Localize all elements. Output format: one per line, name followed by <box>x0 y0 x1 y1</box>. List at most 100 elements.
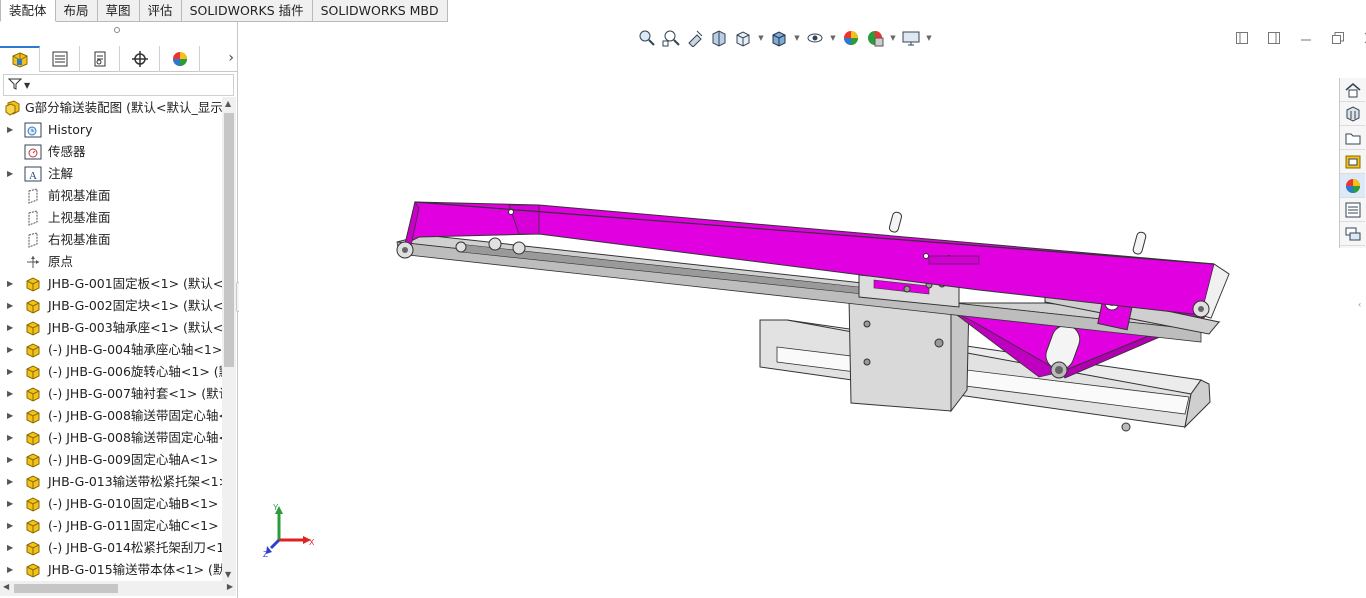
tree-vertical-scrollbar[interactable]: ▲ ▼ <box>222 97 236 581</box>
display-style-icon[interactable] <box>768 27 790 49</box>
filter-icon <box>7 77 23 94</box>
tree-item[interactable]: 原点 <box>0 251 222 273</box>
tree-item[interactable]: ▶ (-) JHB-G-009固定心轴A<1> (默 <box>0 449 222 471</box>
expand-arrow-icon[interactable]: ▶ <box>7 559 15 581</box>
apply-scene-icon[interactable] <box>864 27 886 49</box>
expand-arrow-icon[interactable]: ▶ <box>7 405 15 427</box>
tab-mbd[interactable]: SOLIDWORKS MBD <box>312 0 448 22</box>
resources-icon[interactable] <box>1340 102 1365 126</box>
tree-item[interactable]: ▶ JHB-G-001固定板<1> (默认<< <box>0 273 222 295</box>
tree-item[interactable]: ▶ A 注解 <box>0 163 222 185</box>
home-icon[interactable] <box>1340 78 1365 102</box>
expand-arrow-icon[interactable]: ▶ <box>7 537 15 559</box>
scroll-thumb[interactable] <box>224 113 234 367</box>
previous-view-icon[interactable] <box>684 27 706 49</box>
panel-grip-icon[interactable] <box>114 27 120 33</box>
view-orientation-icon[interactable] <box>732 27 754 49</box>
zoom-to-area-icon[interactable] <box>660 27 682 49</box>
tree-item[interactable]: 右视基准面 <box>0 229 222 251</box>
chevron-down-icon[interactable]: ▼ <box>756 34 766 42</box>
tree-item[interactable]: ▶ (-) JHB-G-006旋转心轴<1> (默 <box>0 361 222 383</box>
expand-arrow-icon[interactable]: ▶ <box>7 295 15 317</box>
tree-item-label: 注解 <box>48 166 74 181</box>
tree-item[interactable]: ▶ (-) JHB-G-004轴承座心轴<1> ( <box>0 339 222 361</box>
tree-item-label: JHB-G-013输送带松紧托架<1> <box>48 474 222 489</box>
tree-item[interactable]: ▶ (-) JHB-G-007轴衬套<1> (默认 <box>0 383 222 405</box>
expand-arrow-icon[interactable]: ▶ <box>7 273 15 295</box>
task-pane-grip-icon[interactable]: ‹ <box>1358 300 1361 309</box>
tree-item-label: 传感器 <box>48 144 86 159</box>
expand-arrow-icon[interactable]: ▶ <box>7 515 15 537</box>
chevron-right-icon[interactable]: › <box>228 50 234 66</box>
chevron-down-icon[interactable]: ▼ <box>792 34 802 42</box>
chevron-down-icon[interactable]: ▼ <box>828 34 838 42</box>
tree-item[interactable]: 前视基准面 <box>0 185 222 207</box>
view-settings-icon[interactable] <box>900 27 922 49</box>
scroll-right-icon[interactable]: ▶ <box>227 582 233 591</box>
part-icon <box>24 452 42 468</box>
tree-item[interactable]: ▶ JHB-G-003轴承座<1> (默认<< <box>0 317 222 339</box>
part-icon <box>24 276 42 292</box>
expand-arrow-icon[interactable]: ▶ <box>7 471 15 493</box>
part-icon <box>24 562 42 578</box>
configurationmanager-icon[interactable] <box>80 46 120 72</box>
hide-show-items-icon[interactable] <box>804 27 826 49</box>
scroll-left-icon[interactable]: ◀ <box>3 582 9 591</box>
zoom-to-fit-icon[interactable] <box>636 27 658 49</box>
forum-icon[interactable] <box>1340 222 1365 246</box>
part-icon <box>24 342 42 358</box>
tree-filter[interactable]: ▼ <box>3 74 234 96</box>
tab-evaluate[interactable]: 评估 <box>139 0 182 22</box>
scroll-thumb-horizontal[interactable] <box>14 584 118 593</box>
chevron-down-icon[interactable]: ▼ <box>924 34 934 42</box>
close-icon[interactable] <box>1359 28 1366 48</box>
tree-item-label: 右视基准面 <box>48 232 111 247</box>
displaymanager-icon[interactable] <box>160 46 200 72</box>
tree-root[interactable]: G部分输送装配图 (默认<默认_显示状 <box>0 97 222 119</box>
tree-item[interactable]: 上视基准面 <box>0 207 222 229</box>
expand-arrow-icon[interactable]: ▶ <box>7 361 15 383</box>
tab-assembly[interactable]: 装配体 <box>0 0 56 22</box>
expand-arrow-icon[interactable]: ▶ <box>7 163 15 185</box>
tree-item[interactable]: ▶ (-) JHB-G-014松紧托架刮刀<1> <box>0 537 222 559</box>
tree-item-label: 上视基准面 <box>48 210 111 225</box>
appearances-icon[interactable] <box>1340 174 1365 198</box>
plane-icon <box>24 188 42 204</box>
tree-item[interactable]: ▶ (-) JHB-G-011固定心轴C<1> (默 <box>0 515 222 537</box>
tab-sketch[interactable]: 草图 <box>97 0 140 22</box>
section-view-icon[interactable] <box>708 27 730 49</box>
tab-layout[interactable]: 布局 <box>55 0 98 22</box>
custom-properties-icon[interactable] <box>1340 198 1365 222</box>
expand-arrow-icon[interactable]: ▶ <box>7 427 15 449</box>
expand-arrow-icon[interactable]: ▶ <box>7 339 15 361</box>
tree-item-label: (-) JHB-G-008输送带固定心轴< <box>48 408 222 423</box>
file-explorer-icon[interactable] <box>1340 150 1365 174</box>
graphics-area[interactable]: Y X Z ▼ ▼ ▼ ▼ ▼ <box>239 22 1366 598</box>
tree-item[interactable]: ▶ (-) JHB-G-008输送带固定心轴< <box>0 427 222 449</box>
expand-arrow-icon[interactable]: ▶ <box>7 119 15 141</box>
tree-item-label: (-) JHB-G-007轴衬套<1> (默认 <box>48 386 222 401</box>
expand-arrow-icon[interactable]: ▶ <box>7 493 15 515</box>
tree-horizontal-scrollbar[interactable]: ◀ ▶ <box>0 581 236 596</box>
tree-item[interactable]: ▶ (-) JHB-G-008输送带固定心轴< <box>0 405 222 427</box>
tree-item-label: JHB-G-015输送带本体<1> (默认 <box>48 562 222 577</box>
scroll-up-icon[interactable]: ▲ <box>225 99 231 108</box>
design-library-icon[interactable] <box>1340 126 1365 150</box>
tree-item[interactable]: ▶ JHB-G-013输送带松紧托架<1> <box>0 471 222 493</box>
tree-item[interactable]: ▶ History <box>0 119 222 141</box>
featuremanager-icon[interactable] <box>0 46 40 72</box>
tree-item-label: (-) JHB-G-010固定心轴B<1> (默 <box>48 496 222 511</box>
dimxpert-icon[interactable] <box>120 46 160 72</box>
propertymanager-icon[interactable] <box>40 46 80 72</box>
tree-item[interactable]: ▶ (-) JHB-G-010固定心轴B<1> (默 <box>0 493 222 515</box>
expand-arrow-icon[interactable]: ▶ <box>7 383 15 405</box>
tree-item[interactable]: ▶ JHB-G-002固定块<1> (默认<< <box>0 295 222 317</box>
tree-item[interactable]: 传感器 <box>0 141 222 163</box>
edit-appearance-icon[interactable] <box>840 27 862 49</box>
expand-arrow-icon[interactable]: ▶ <box>7 317 15 339</box>
scroll-down-icon[interactable]: ▼ <box>225 570 231 579</box>
expand-arrow-icon[interactable]: ▶ <box>7 449 15 471</box>
tab-addins[interactable]: SOLIDWORKS 插件 <box>181 0 313 22</box>
tree-item[interactable]: ▶ JHB-G-015输送带本体<1> (默认 <box>0 559 222 581</box>
chevron-down-icon[interactable]: ▼ <box>888 34 898 42</box>
